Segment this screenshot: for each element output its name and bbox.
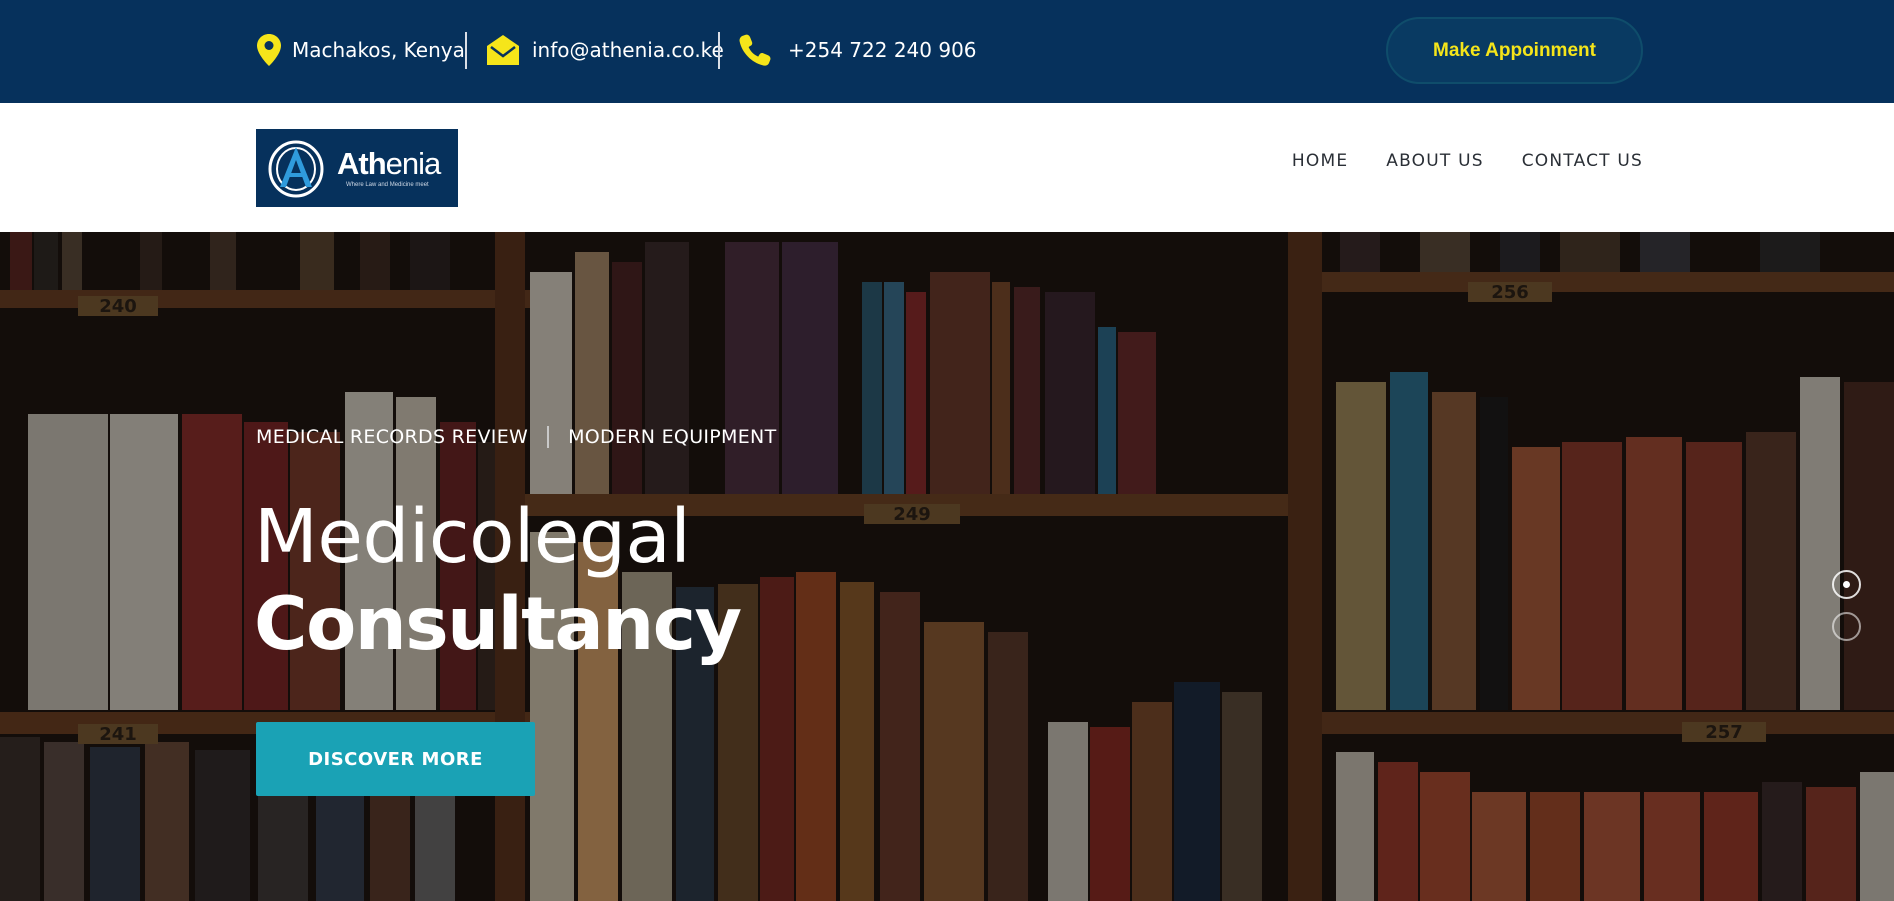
nav-contact-us[interactable]: CONTACT US [1522,151,1643,171]
hero-title-bold: Consultancy [254,582,742,667]
slider-dot-1[interactable] [1832,570,1861,599]
divider [718,32,720,69]
email-link[interactable]: info@athenia.co.ke [532,38,724,62]
hero-tag: MODERN EQUIPMENT [568,426,777,448]
hero-slider: 240 249 256 241 257 MEDICAL RECORDS REVI… [0,232,1894,901]
phone-icon [738,33,772,67]
discover-more-button[interactable]: DISCOVER MORE [256,722,535,796]
make-appointment-button[interactable]: Make Appoinment [1386,17,1643,84]
divider [547,426,550,448]
envelope-icon [486,34,520,66]
email-item[interactable]: info@athenia.co.ke [486,30,724,70]
map-pin-icon [255,34,283,66]
location-text: Machakos, Kenya [292,38,465,62]
phone-link[interactable]: +254 722 240 906 [788,38,977,62]
logo-wordmark: Athenia [337,146,441,181]
nav-home[interactable]: HOME [1292,151,1348,171]
athenia-emblem-icon [268,140,324,198]
nav-about-us[interactable]: ABOUT US [1386,151,1483,171]
slider-dot-2[interactable] [1832,612,1861,641]
divider [465,32,467,69]
location-item: Machakos, Kenya [255,30,465,70]
top-contact-bar: Machakos, Kenya info@athenia.co.ke +254 … [0,0,1894,103]
site-logo[interactable]: Athenia Where Law and Medicine meet [256,129,458,207]
main-nav: HOME ABOUT US CONTACT US [1292,151,1643,171]
hero-title-light: Medicolegal [254,494,691,580]
hero-tag: MEDICAL RECORDS REVIEW [256,426,529,448]
phone-item[interactable]: +254 722 240 906 [738,30,977,70]
main-header: Athenia Where Law and Medicine meet HOME… [0,103,1894,232]
logo-tagline: Where Law and Medicine meet [346,182,429,188]
hero-tagline: MEDICAL RECORDS REVIEW MODERN EQUIPMENT [256,426,776,448]
